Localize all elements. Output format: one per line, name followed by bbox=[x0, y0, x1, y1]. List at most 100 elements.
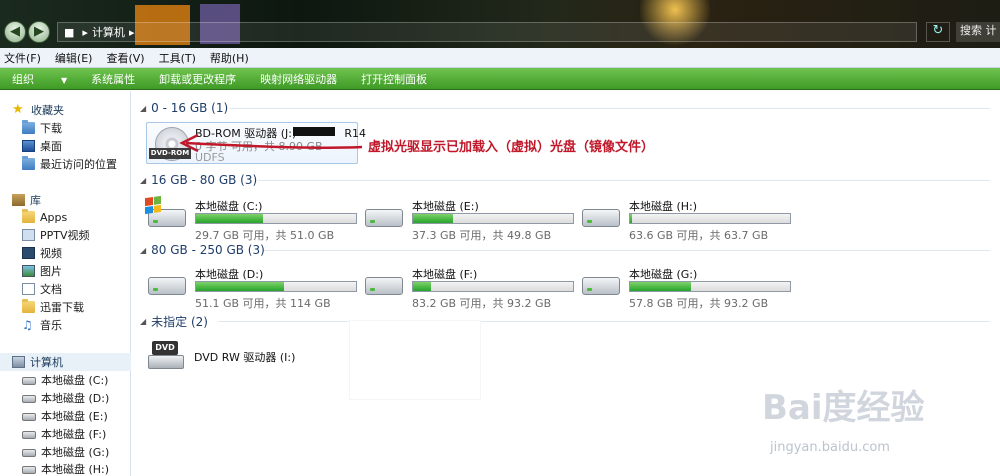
search-input[interactable]: 搜索 计 bbox=[956, 22, 1000, 42]
drive-free-space: 51.1 GB 可用，共 114 GB bbox=[195, 297, 331, 310]
hard-drive-icon bbox=[22, 466, 36, 474]
drive-tile-c[interactable]: 本地磁盘 (C:) 29.7 GB 可用，共 51.0 GB bbox=[142, 195, 357, 242]
sidebar-item-label: 图片 bbox=[40, 265, 62, 278]
hard-drive-icon bbox=[22, 377, 36, 385]
collapse-triangle-icon[interactable]: ◢ bbox=[140, 176, 146, 185]
sidebar-item-recent[interactable]: 最近访问的位置 bbox=[22, 155, 117, 173]
sidebar-item-downloads[interactable]: 下载 bbox=[22, 119, 62, 137]
group-label: 0 - 16 GB (1) bbox=[151, 101, 229, 115]
menu-view[interactable]: 查看(V) bbox=[106, 50, 144, 66]
menu-help[interactable]: 帮助(H) bbox=[210, 50, 249, 66]
hard-drive-icon bbox=[22, 449, 36, 457]
libraries-label: 库 bbox=[30, 194, 41, 207]
map-network-drive-button[interactable]: 映射网络驱动器 bbox=[260, 71, 337, 87]
drive-name: 本地磁盘 (H:) bbox=[629, 200, 698, 213]
usage-bar bbox=[412, 281, 574, 292]
sidebar-item-drive-e[interactable]: 本地磁盘 (E:) bbox=[22, 407, 108, 425]
drive-tile-g[interactable]: 本地磁盘 (G:) 57.8 GB 可用，共 93.2 GB bbox=[576, 263, 791, 310]
group-label: 80 GB - 250 GB (3) bbox=[151, 243, 265, 257]
sidebar-item-drive-d[interactable]: 本地磁盘 (D:) bbox=[22, 389, 109, 407]
hard-drive-icon bbox=[22, 413, 36, 421]
downloads-folder-icon bbox=[22, 120, 35, 134]
open-control-panel-button[interactable]: 打开控制面板 bbox=[361, 71, 427, 87]
sidebar-item-drive-g[interactable]: 本地磁盘 (G:) bbox=[22, 443, 109, 461]
navigation-pane: ★ 收藏夹 下载 桌面 最近访问的位置 库 Apps PPTV视频 视频 图片 文… bbox=[0, 91, 131, 476]
sidebar-item-drive-c[interactable]: 本地磁盘 (C:) bbox=[22, 371, 108, 389]
breadcrumb-computer[interactable]: 计算机 bbox=[92, 24, 125, 40]
group-header-80-250gb[interactable]: ◢ 80 GB - 250 GB (3) bbox=[140, 242, 265, 258]
libraries-header[interactable]: 库 bbox=[12, 191, 41, 209]
drive-name: 本地磁盘 (F:) bbox=[412, 268, 478, 281]
usage-bar-fill bbox=[413, 282, 431, 291]
computer-header[interactable]: 计算机 bbox=[12, 353, 63, 371]
usage-bar-fill bbox=[630, 214, 632, 223]
sidebar-item-label: 本地磁盘 (E:) bbox=[41, 410, 108, 423]
group-label: 16 GB - 80 GB (3) bbox=[151, 173, 258, 187]
collapse-triangle-icon[interactable]: ◢ bbox=[140, 104, 146, 113]
drive-tile-f[interactable]: 本地磁盘 (F:) 83.2 GB 可用，共 93.2 GB bbox=[359, 263, 574, 310]
drive-icon bbox=[365, 203, 403, 229]
organize-button[interactable]: 组织 ▼ bbox=[12, 71, 67, 87]
group-divider bbox=[230, 108, 990, 109]
hard-drive-icon bbox=[148, 277, 186, 295]
sidebar-item-pictures[interactable]: 图片 bbox=[22, 262, 62, 280]
sidebar-item-drive-f[interactable]: 本地磁盘 (F:) bbox=[22, 425, 106, 443]
hard-drive-icon bbox=[22, 431, 36, 439]
usage-bar bbox=[195, 213, 357, 224]
breadcrumb-separator[interactable]: ▸ bbox=[129, 26, 135, 39]
blank-overlay bbox=[350, 321, 480, 399]
usage-bar bbox=[629, 281, 791, 292]
sidebar-item-drive-h[interactable]: 本地磁盘 (H:) bbox=[22, 460, 109, 476]
group-header-16-80gb[interactable]: ◢ 16 GB - 80 GB (3) bbox=[140, 172, 257, 188]
sidebar-item-label: PPTV视频 bbox=[40, 229, 90, 242]
group-header-unspecified[interactable]: ◢ 未指定 (2) bbox=[140, 313, 208, 329]
menu-tools[interactable]: 工具(T) bbox=[159, 50, 196, 66]
sidebar-item-desktop[interactable]: 桌面 bbox=[22, 137, 62, 155]
sidebar-item-label: 本地磁盘 (D:) bbox=[41, 392, 110, 405]
back-button[interactable]: ◀ bbox=[4, 21, 26, 43]
drive-free-space: 29.7 GB 可用，共 51.0 GB bbox=[195, 229, 335, 242]
sidebar-item-label: 本地磁盘 (F:) bbox=[41, 428, 107, 441]
sidebar-item-thunder-downloads[interactable]: 迅雷下载 bbox=[22, 298, 84, 316]
system-properties-button[interactable]: 系统属性 bbox=[91, 71, 135, 87]
drive-free-space: 57.8 GB 可用，共 93.2 GB bbox=[629, 297, 769, 310]
hard-drive-icon bbox=[582, 277, 620, 295]
hard-drive-icon bbox=[365, 209, 403, 227]
collapse-triangle-icon[interactable]: ◢ bbox=[140, 317, 146, 326]
drive-tile-e[interactable]: 本地磁盘 (E:) 37.3 GB 可用，共 49.8 GB bbox=[359, 195, 574, 242]
dvd-drive-icon: DVD bbox=[148, 341, 184, 371]
favorites-header[interactable]: ★ 收藏夹 bbox=[12, 101, 64, 119]
sidebar-item-label: Apps bbox=[40, 210, 68, 224]
library-icon bbox=[12, 194, 25, 206]
group-divider bbox=[218, 321, 990, 322]
sidebar-item-videos[interactable]: 视频 bbox=[22, 244, 62, 262]
sidebar-item-pptv[interactable]: PPTV视频 bbox=[22, 226, 90, 244]
forward-button[interactable]: ▶ bbox=[28, 21, 50, 43]
desktop-icon bbox=[22, 140, 35, 152]
sidebar-item-music[interactable]: ♫ 音乐 bbox=[22, 316, 62, 334]
uninstall-program-button[interactable]: 卸载或更改程序 bbox=[159, 71, 236, 87]
windows-logo-icon bbox=[145, 195, 161, 215]
dvd-tag: DVD bbox=[152, 341, 178, 355]
address-bar[interactable]: ■ ▸ 计算机 ▸ bbox=[57, 22, 917, 42]
annotation-arrow bbox=[179, 133, 363, 153]
menu-file[interactable]: 文件(F) bbox=[4, 50, 41, 66]
sidebar-item-label: 视频 bbox=[40, 247, 62, 260]
collapse-triangle-icon[interactable]: ◢ bbox=[140, 246, 146, 255]
sidebar-item-documents[interactable]: 文档 bbox=[22, 280, 62, 298]
drive-icon bbox=[148, 271, 186, 297]
group-header-0-16gb[interactable]: ◢ 0 - 16 GB (1) bbox=[140, 100, 228, 116]
drive-tile-d[interactable]: 本地磁盘 (D:) 51.1 GB 可用，共 114 GB bbox=[142, 263, 357, 310]
watermark-url: jingyan.baidu.com bbox=[770, 440, 890, 455]
document-icon bbox=[22, 283, 35, 295]
drive-tile-dvd-rw-i[interactable]: DVD DVD RW 驱动器 (I:) bbox=[148, 337, 348, 377]
drive-base bbox=[148, 355, 184, 369]
refresh-icon[interactable]: ↻ bbox=[926, 22, 950, 42]
arrow-shaft bbox=[185, 141, 363, 150]
menu-edit[interactable]: 编辑(E) bbox=[55, 50, 93, 66]
drive-free-space: 63.6 GB 可用，共 63.7 GB bbox=[629, 229, 769, 242]
drive-tile-h[interactable]: 本地磁盘 (H:) 63.6 GB 可用，共 63.7 GB bbox=[576, 195, 791, 242]
title-bar: ◀ ▶ ■ ▸ 计算机 ▸ ↻ 搜索 计 bbox=[0, 0, 1000, 48]
baidu-watermark-logo: Bai度经验 bbox=[762, 388, 925, 428]
sidebar-item-apps[interactable]: Apps bbox=[22, 208, 67, 226]
